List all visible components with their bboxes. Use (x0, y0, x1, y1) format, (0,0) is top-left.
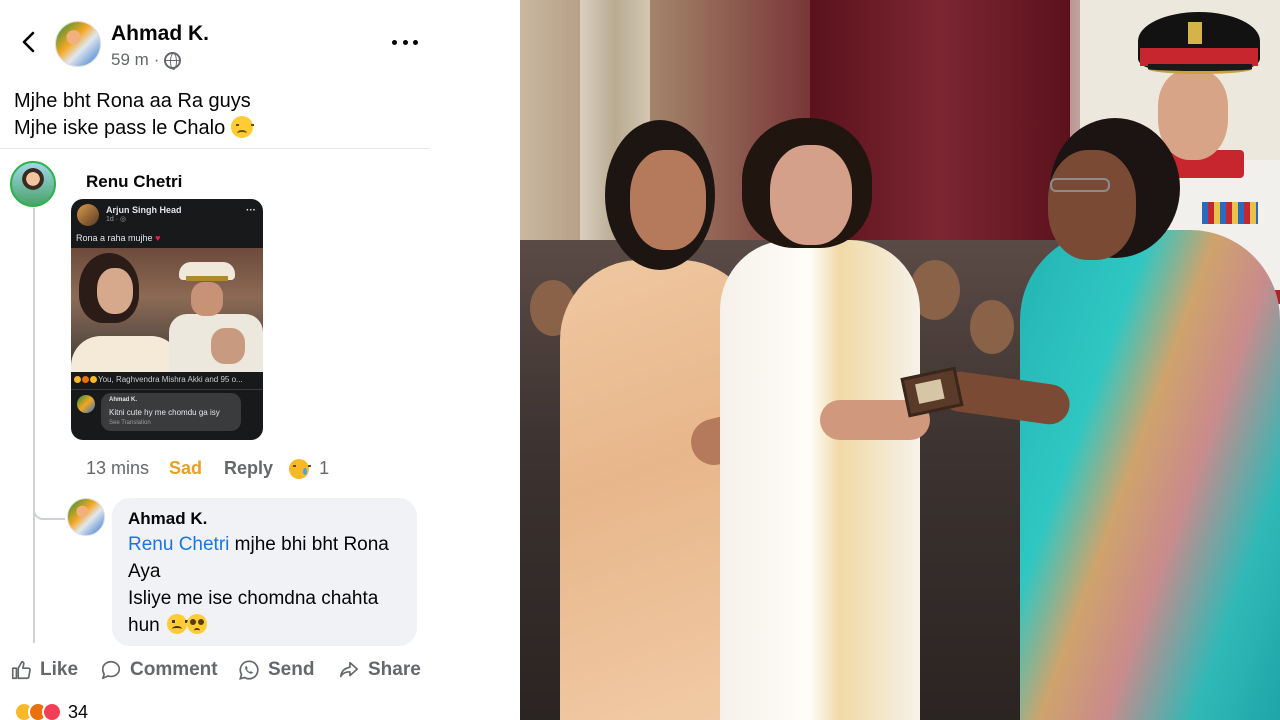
reply-avatar[interactable] (67, 498, 105, 536)
divider (0, 148, 430, 149)
post-text-line1: Mjhe bht Rona aa Ra guys (14, 90, 251, 112)
screenshot-avatar (77, 204, 99, 226)
woman-right-figure (1020, 230, 1280, 720)
post-panel: Ahmad K. 59 m · Mjhe bht Rona aa Ra guys… (0, 0, 520, 720)
author-name[interactable]: Ahmad K. (111, 22, 209, 46)
commenter-avatar[interactable] (10, 161, 56, 207)
screenshot-more-icon: ··· (246, 205, 256, 216)
comment-author[interactable]: Renu Chetri (86, 172, 182, 192)
screenshot-meta: 1d · ◎ (106, 216, 127, 223)
globe-icon (164, 51, 182, 70)
comment-actions: 13 mins Sad Reply 1 (86, 458, 329, 479)
sad-reaction-button[interactable]: Sad (169, 458, 202, 479)
disappointed-face-icon (230, 116, 254, 138)
post-action-bar: Like Comment Send Share (0, 652, 430, 688)
share-arrow-icon (339, 661, 359, 678)
comment-image[interactable]: Arjun Singh Head 1d · ◎ ··· Rona a raha … (71, 199, 263, 440)
reaction-summary[interactable]: 34 (14, 700, 88, 720)
reply-text: Renu Chetri mjhe bhi bht Rona Aya Isliye… (128, 531, 410, 639)
screenshot-reply-author: Ahmad K. (109, 397, 138, 403)
speech-bubble-icon (101, 660, 121, 680)
share-button[interactable]: Share (338, 652, 421, 688)
post-header: Ahmad K. 59 m · (0, 14, 430, 74)
broken-heart-icon: ♥ (155, 233, 161, 243)
reply-branch-line (33, 500, 65, 520)
slightly-frowning-face-icon (166, 614, 188, 634)
screenshot-photo (71, 248, 263, 372)
post-time[interactable]: 59 m (111, 50, 149, 70)
comment-reaction-count[interactable]: 1 (319, 458, 329, 479)
screenshot-text: Rona a raha mujhe ♥ (76, 233, 161, 243)
post-meta: 59 m · (111, 50, 182, 70)
post-text: Mjhe bht Rona aa Ra guys Mjhe iske pass … (14, 88, 254, 142)
pleading-face-icon (186, 614, 207, 634)
reply-mention[interactable]: Renu Chetri (128, 534, 229, 555)
meta-separator: · (153, 50, 160, 69)
thumbs-up-icon (11, 660, 31, 680)
post-text-line2: Mjhe iske pass le Chalo (14, 117, 226, 139)
reaction-count: 34 (68, 701, 89, 720)
reply-button[interactable]: Reply (224, 458, 273, 479)
comment-button[interactable]: Comment (100, 652, 218, 688)
crying-face-icon (289, 458, 312, 479)
back-button[interactable] (16, 28, 40, 56)
chevron-left-icon (22, 31, 35, 53)
ceremony-photo (520, 0, 1280, 720)
send-button[interactable]: Send (238, 652, 314, 688)
screenshot-reactions: You, Raghvendra Mishra Akki and 95 o... (74, 375, 243, 384)
more-options-button[interactable] (392, 32, 418, 52)
author-avatar[interactable] (55, 21, 101, 67)
love-reaction-icon (42, 702, 62, 720)
comment-time[interactable]: 13 mins (86, 458, 149, 479)
thread-line (33, 208, 35, 643)
reply-author[interactable]: Ahmad K. (128, 509, 207, 529)
screenshot-reply-avatar (77, 395, 95, 413)
screenshot-reply-text: Kitni cute hy me chomdu ga isy (109, 408, 220, 417)
like-button[interactable]: Like (10, 652, 78, 688)
reply-text-part2: Isliye me ise chomdna chahta hun (128, 588, 379, 636)
whatsapp-icon (239, 660, 259, 680)
screenshot-see-translation: See Translation (109, 420, 151, 426)
girl-figure (720, 240, 920, 720)
screenshot-author: Arjun Singh Head (106, 205, 182, 215)
